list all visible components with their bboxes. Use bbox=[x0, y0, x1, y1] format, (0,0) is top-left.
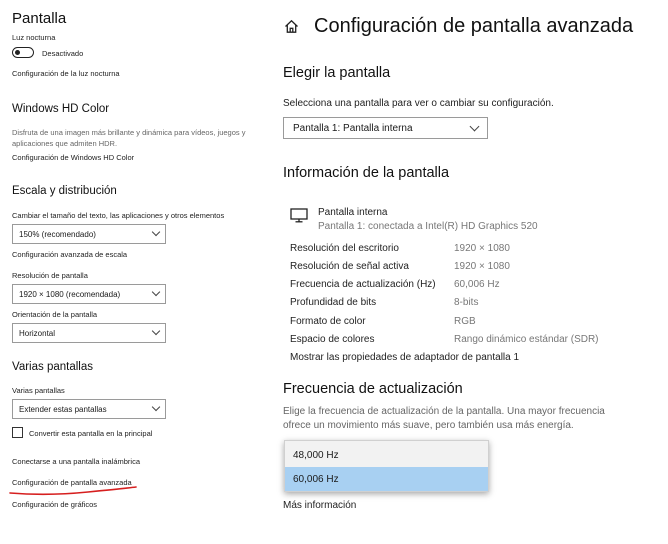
home-icon[interactable] bbox=[284, 19, 299, 34]
multi-display-dropdown[interactable]: Extender estas pantallas bbox=[12, 399, 166, 419]
graphics-settings-link[interactable]: Configuración de gráficos bbox=[12, 500, 97, 509]
refresh-rate-description: Elige la frecuencia de actualización de … bbox=[283, 406, 605, 431]
refresh-rate-option-selected[interactable]: 60,006 Hz bbox=[285, 467, 488, 491]
display-select-value: Pantalla 1: Pantalla interna bbox=[293, 122, 413, 134]
orientation-value: Horizontal bbox=[19, 328, 56, 338]
night-light-toggle[interactable] bbox=[12, 47, 34, 58]
info-row-label: Frecuencia de actualización (Hz) bbox=[290, 279, 436, 290]
chevron-down-icon bbox=[151, 227, 161, 237]
info-row-value: 1920 × 1080 bbox=[454, 261, 510, 272]
refresh-rate-option[interactable]: 48,000 Hz bbox=[285, 443, 488, 467]
scale-size-dropdown[interactable]: 150% (recomendado) bbox=[12, 224, 166, 244]
main-display-checkbox[interactable] bbox=[12, 427, 23, 438]
chevron-down-icon bbox=[151, 326, 161, 336]
toggle-knob bbox=[15, 49, 20, 55]
page-title: Configuración de pantalla avanzada bbox=[314, 15, 634, 37]
adapter-properties-link[interactable]: Mostrar las propiedades de adaptador de … bbox=[290, 352, 519, 363]
multi-display-value: Extender estas pantallas bbox=[19, 404, 107, 414]
scale-section-title: Escala y distribución bbox=[12, 185, 117, 197]
main-display-checkbox-label: Convertir esta pantalla en la principal bbox=[29, 429, 153, 438]
refresh-rate-heading: Frecuencia de actualización bbox=[283, 381, 463, 397]
hd-color-settings-link[interactable]: Configuración de Windows HD Color bbox=[12, 153, 134, 162]
scale-size-value: 150% (recomendado) bbox=[19, 229, 96, 239]
info-row-value: 1920 × 1080 bbox=[454, 243, 510, 254]
info-row-value: RGB bbox=[454, 316, 476, 327]
display-info-heading: Información de la pantalla bbox=[283, 165, 450, 181]
night-light-label: Luz nocturna bbox=[12, 33, 56, 42]
refresh-rate-dropdown-list[interactable]: 48,000 Hz 60,006 Hz bbox=[284, 440, 489, 492]
info-row-label: Resolución del escritorio bbox=[290, 243, 399, 254]
scale-size-label: Cambiar el tamaño del texto, las aplicac… bbox=[12, 211, 225, 220]
resolution-label: Resolución de pantalla bbox=[12, 271, 88, 280]
multi-display-section-title: Varias pantallas bbox=[12, 361, 93, 373]
night-light-settings-link[interactable]: Configuración de la luz nocturna bbox=[12, 69, 120, 78]
choose-display-instruction: Selecciona una pantalla para ver o cambi… bbox=[283, 98, 554, 109]
info-row-label: Formato de color bbox=[290, 316, 366, 327]
info-row-value: 8-bits bbox=[454, 297, 479, 308]
wireless-display-link[interactable]: Conectarse a una pantalla inalámbrica bbox=[12, 457, 140, 466]
chevron-down-icon bbox=[469, 121, 480, 131]
display-connection: Pantalla 1: conectada a Intel(R) HD Grap… bbox=[318, 221, 538, 232]
hd-color-title: Windows HD Color bbox=[12, 103, 110, 115]
chevron-down-icon bbox=[151, 402, 161, 412]
info-row-label: Profundidad de bits bbox=[290, 297, 377, 308]
night-light-state: Desactivado bbox=[42, 49, 84, 58]
display-select-dropdown[interactable]: Pantalla 1: Pantalla interna bbox=[283, 117, 488, 139]
multi-display-label: Varias pantallas bbox=[12, 386, 65, 395]
advanced-scale-link[interactable]: Configuración avanzada de escala bbox=[12, 250, 127, 259]
resolution-dropdown[interactable]: 1920 × 1080 (recomendada) bbox=[12, 284, 166, 304]
red-annotation-underline bbox=[9, 486, 137, 496]
hd-color-description: Disfruta de una imagen más brillante y d… bbox=[12, 128, 246, 148]
chevron-down-icon bbox=[151, 287, 161, 297]
info-row-label: Espacio de colores bbox=[290, 334, 375, 345]
display-section-title: Pantalla bbox=[12, 10, 67, 27]
monitor-icon bbox=[290, 208, 308, 223]
orientation-dropdown[interactable]: Horizontal bbox=[12, 323, 166, 343]
display-name: Pantalla interna bbox=[318, 207, 388, 218]
info-row-label: Resolución de señal activa bbox=[290, 261, 409, 272]
choose-display-heading: Elegir la pantalla bbox=[283, 65, 391, 81]
info-row-value: Rango dinámico estándar (SDR) bbox=[454, 334, 599, 345]
more-info-link[interactable]: Más información bbox=[283, 500, 356, 511]
orientation-label: Orientación de la pantalla bbox=[12, 310, 98, 319]
resolution-value: 1920 × 1080 (recomendada) bbox=[19, 289, 121, 299]
info-row-value: 60,006 Hz bbox=[454, 279, 500, 290]
